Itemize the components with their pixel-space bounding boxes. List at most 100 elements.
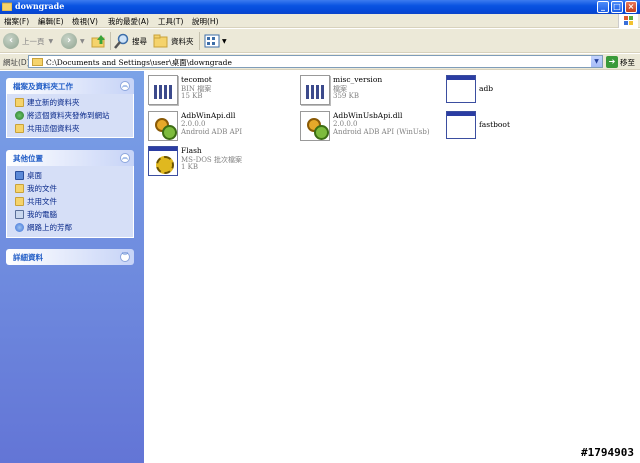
views-button[interactable]: ▼ <box>204 32 227 50</box>
place-label: 網路上的芳鄰 <box>27 223 72 232</box>
menu-tools[interactable]: 工具(T) <box>158 16 183 27</box>
place-label: 桌面 <box>27 171 42 180</box>
file-version: 2.0.0.0 <box>181 120 206 128</box>
chevron-down-icon[interactable]: ▼ <box>591 56 602 67</box>
address-path: C:\Documents and Settings\user\桌面\downgr… <box>46 58 232 67</box>
file-item[interactable]: adb <box>444 73 594 107</box>
file-tasks-panel: 建立新的資料夾 將這個資料夾發佈到網站 共用這個資料夾 <box>6 94 134 138</box>
collapse-icon[interactable]: ︽ <box>120 153 130 163</box>
place-my-documents[interactable]: 我的文件 <box>15 183 57 194</box>
menu-bar: 檔案(F) 編輯(E) 檢視(V) 我的最愛(A) 工具(T) 說明(H) <box>0 14 640 28</box>
chevron-down-icon: ▼ <box>222 37 227 45</box>
expand-icon[interactable]: ︾ <box>120 252 130 262</box>
file-description: Android ADB API (WinUsb) <box>333 128 430 136</box>
file-size: 15 KB <box>181 92 203 100</box>
dll-gears-icon <box>300 111 330 141</box>
file-item[interactable]: AdbWinUsbApi.dll 2.0.0.0 Android ADB API… <box>298 109 448 143</box>
task-share-folder[interactable]: 共用這個資料夾 <box>15 123 80 134</box>
file-name: AdbWinApi.dll <box>181 111 236 120</box>
file-name: tecomot <box>181 75 212 84</box>
window-title: downgrade <box>15 1 65 11</box>
forward-button[interactable]: › ▼ <box>61 32 85 50</box>
folder-icon <box>32 58 43 66</box>
search-label: 搜尋 <box>132 36 147 46</box>
details-title: 詳細資料 <box>13 253 43 262</box>
folders-button[interactable]: 資料夾 <box>153 32 194 50</box>
file-tasks-header[interactable]: 檔案及資料夾工作 ︽ <box>6 78 134 94</box>
file-item[interactable]: AdbWinApi.dll 2.0.0.0 Android ADB API <box>146 109 296 143</box>
place-label: 我的文件 <box>27 184 57 193</box>
up-folder-icon <box>91 35 105 48</box>
file-size: 359 KB <box>333 92 359 100</box>
place-label: 我的電腦 <box>27 210 57 219</box>
up-folder-button[interactable] <box>91 32 107 50</box>
menu-edit[interactable]: 編輯(E) <box>38 16 64 27</box>
desktop-icon <box>15 171 24 180</box>
search-button[interactable]: 搜尋 <box>114 32 147 50</box>
file-item[interactable]: fastboot <box>444 109 594 143</box>
dll-gears-icon <box>148 111 178 141</box>
computer-icon <box>15 210 24 219</box>
file-size: 1 KB <box>181 163 199 171</box>
file-item[interactable]: misc_version 檔案 359 KB <box>298 73 448 107</box>
menu-file[interactable]: 檔案(F) <box>4 16 29 27</box>
go-label: 移至 <box>620 57 635 67</box>
share-folder-icon <box>15 124 24 133</box>
back-label: 上一頁 <box>22 36 45 46</box>
shared-folder-icon <box>15 197 24 206</box>
place-my-computer[interactable]: 我的電腦 <box>15 209 57 220</box>
menu-help[interactable]: 說明(H) <box>192 16 219 27</box>
file-name: misc_version <box>333 75 383 84</box>
chevron-down-icon: ▼ <box>48 37 54 45</box>
task-publish-web[interactable]: 將這個資料夾發佈到網站 <box>15 110 110 121</box>
exe-window-icon <box>446 75 476 103</box>
place-desktop[interactable]: 桌面 <box>15 170 42 181</box>
task-label: 將這個資料夾發佈到網站 <box>27 111 110 120</box>
place-label: 共用文件 <box>27 197 57 206</box>
other-places-title: 其他位置 <box>13 154 43 163</box>
bin-file-icon <box>300 75 330 105</box>
address-bar: 網址(D) C:\Documents and Settings\user\桌面\… <box>0 54 640 70</box>
other-places-header[interactable]: 其他位置 ︽ <box>6 150 134 166</box>
file-list[interactable]: tecomot BIN 檔案 15 KB misc_version 檔案 359… <box>144 71 640 463</box>
folders-label: 資料夾 <box>171 36 194 46</box>
documents-icon <box>15 184 24 193</box>
place-shared-documents[interactable]: 共用文件 <box>15 196 57 207</box>
views-icon <box>204 34 220 48</box>
file-description: Android ADB API <box>181 128 243 136</box>
folder-icon <box>1 2 13 12</box>
close-button[interactable]: × <box>625 1 637 13</box>
file-item[interactable]: tecomot BIN 檔案 15 KB <box>146 73 296 107</box>
maximize-button[interactable]: □ <box>611 1 623 13</box>
menu-view[interactable]: 檢視(V) <box>72 16 98 27</box>
globe-icon <box>15 111 24 120</box>
place-network[interactable]: 網路上的芳鄰 <box>15 222 72 233</box>
task-new-folder[interactable]: 建立新的資料夾 <box>15 97 80 108</box>
folders-icon <box>153 34 168 48</box>
address-input[interactable]: C:\Documents and Settings\user\桌面\downgr… <box>28 55 603 68</box>
windows-logo-icon <box>618 14 638 28</box>
watermark: #1794903 <box>581 446 634 459</box>
search-icon <box>114 33 129 49</box>
task-label: 共用這個資料夾 <box>27 124 80 133</box>
file-name: fastboot <box>479 120 510 129</box>
network-icon <box>15 223 24 232</box>
file-item[interactable]: Flash MS-DOS 批次檔案 1 KB <box>146 144 296 178</box>
minimize-button[interactable]: _ <box>597 1 609 13</box>
go-arrow-icon: ➔ <box>606 56 618 68</box>
back-arrow-icon: ‹ <box>3 33 19 49</box>
file-version: 2.0.0.0 <box>333 120 358 128</box>
address-label: 網址(D) <box>3 58 30 67</box>
task-label: 建立新的資料夾 <box>27 98 80 107</box>
details-header[interactable]: 詳細資料 ︾ <box>6 249 134 265</box>
file-tasks-title: 檔案及資料夾工作 <box>13 82 73 91</box>
menu-favorites[interactable]: 我的最愛(A) <box>108 16 149 27</box>
forward-arrow-icon: › <box>61 33 77 49</box>
title-bar[interactable]: downgrade _ □ × <box>0 0 640 14</box>
collapse-icon[interactable]: ︽ <box>120 81 130 91</box>
go-button[interactable]: ➔ 移至 <box>606 56 635 68</box>
new-folder-icon <box>15 98 24 107</box>
file-name: adb <box>479 84 494 93</box>
back-button[interactable]: ‹ 上一頁 ▼ <box>3 32 53 50</box>
exe-window-icon <box>446 111 476 139</box>
